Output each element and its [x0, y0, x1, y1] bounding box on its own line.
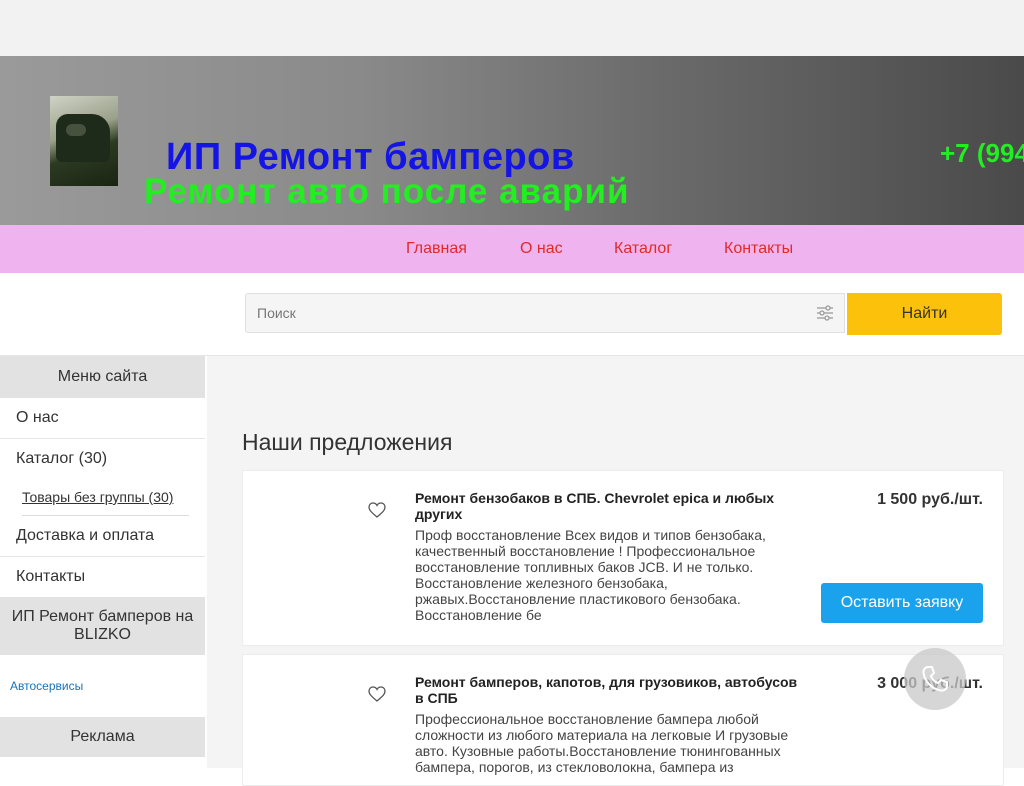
- search-bar: Найти: [0, 273, 1024, 356]
- section-title: Наши предложения: [242, 429, 453, 455]
- product-title[interactable]: Ремонт бензобаков в СПБ. Chevrolet epica…: [415, 490, 805, 522]
- sidebar-blizko-box: Автосервисы: [0, 655, 205, 717]
- product-description: Профессиональное восстановление бампера …: [415, 711, 789, 775]
- sidebar: Меню сайта О нас Каталог (30) Товары без…: [0, 356, 205, 768]
- sidebar-item-delivery[interactable]: Доставка и оплата: [0, 516, 205, 557]
- main-content: Наши предложения Ремонт бензобаков в СПБ…: [207, 356, 1024, 786]
- sidebar-link-autoservices[interactable]: Автосервисы: [0, 679, 93, 693]
- heart-icon[interactable]: [368, 686, 386, 702]
- top-strip: [0, 0, 1024, 56]
- heart-icon[interactable]: [368, 502, 386, 518]
- product-card: Ремонт бамперов, капотов, для грузовиков…: [242, 654, 1004, 786]
- phone-call-icon: [922, 666, 948, 692]
- nav-item-home[interactable]: Главная: [406, 240, 467, 258]
- sidebar-menu-heading: Меню сайта: [0, 356, 205, 398]
- nav-item-catalog[interactable]: Каталог: [614, 240, 672, 258]
- sidebar-item-products-no-group[interactable]: Товары без группы (30): [22, 479, 189, 516]
- sidebar-item-contacts[interactable]: Контакты: [0, 557, 205, 597]
- product-card: Ремонт бензобаков в СПБ. Chevrolet epica…: [242, 470, 1004, 646]
- nav-item-contacts[interactable]: Контакты: [724, 240, 793, 258]
- main-nav: Главная О нас Каталог Контакты: [0, 225, 1024, 273]
- sidebar-item-about[interactable]: О нас: [0, 398, 205, 439]
- callback-widget[interactable]: [904, 648, 966, 710]
- sidebar-ads-heading: Реклама: [0, 717, 205, 757]
- product-price: 1 500 руб./шт.: [877, 491, 983, 508]
- filter-sliders-icon[interactable]: [816, 305, 834, 321]
- search-button[interactable]: Найти: [847, 293, 1002, 335]
- header-phone[interactable]: +7 (994: [940, 138, 1024, 169]
- product-description: Проф восстановление Всех видов и типов б…: [415, 527, 766, 623]
- order-button[interactable]: Оставить заявку: [821, 583, 983, 623]
- nav-item-about[interactable]: О нас: [520, 240, 563, 258]
- company-subtitle: Ремонт авто после аварий: [144, 172, 630, 211]
- site-header: ИП Ремонт бамперов Ремонт авто после ава…: [0, 56, 1024, 225]
- sidebar-item-catalog[interactable]: Каталог (30): [0, 439, 205, 479]
- company-logo[interactable]: [50, 96, 118, 186]
- product-title[interactable]: Ремонт бамперов, капотов, для грузовиков…: [415, 674, 805, 706]
- sidebar-blizko-heading: ИП Ремонт бамперов на BLIZKO: [0, 597, 205, 655]
- search-input[interactable]: [245, 293, 845, 333]
